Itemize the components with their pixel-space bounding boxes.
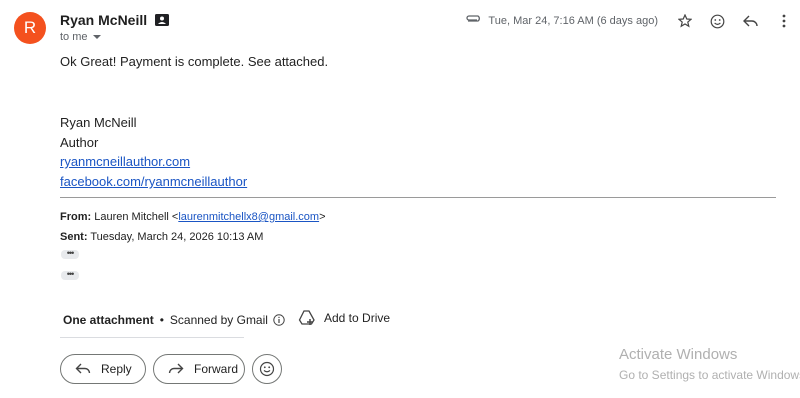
attachment-tile-edge xyxy=(60,337,152,338)
reply-label: Reply xyxy=(101,362,132,376)
forward-label: Forward xyxy=(194,362,239,376)
signature-role: Author xyxy=(60,135,99,150)
from-name: Lauren Mitchell < xyxy=(94,211,179,223)
star-icon xyxy=(677,14,692,28)
sent-value: Tuesday, March 24, 2026 10:13 AM xyxy=(90,231,264,243)
attachment-count: One attachment xyxy=(63,313,154,327)
show-trimmed-content-button[interactable]: ••• xyxy=(61,249,79,259)
emoji-icon xyxy=(259,361,275,377)
reply-icon xyxy=(743,15,758,27)
recipient-label: to me xyxy=(60,31,88,43)
forward-icon xyxy=(168,363,184,374)
avatar-letter: R xyxy=(23,18,37,37)
from-label: From: xyxy=(60,211,92,223)
reply-button[interactable]: Reply xyxy=(60,354,146,384)
info-icon[interactable] xyxy=(273,314,285,326)
attachment-clip-icon xyxy=(466,15,481,22)
add-to-drive-button[interactable]: Add to Drive xyxy=(298,309,390,327)
sender-avatar[interactable]: R xyxy=(14,12,46,44)
separator-dot: • xyxy=(159,313,164,327)
from-close: > xyxy=(319,211,326,223)
add-to-drive-icon xyxy=(298,310,315,325)
reply-icon xyxy=(75,363,91,374)
reply-icon-button[interactable] xyxy=(734,10,767,32)
add-to-drive-label: Add to Drive xyxy=(324,311,391,325)
emoji-reaction-button[interactable] xyxy=(252,354,282,384)
star-button[interactable] xyxy=(668,10,701,32)
message-meta: Tue, Mar 24, 7:16 AM (6 days ago) xyxy=(466,10,800,32)
contact-card-icon[interactable] xyxy=(155,14,170,26)
recipient-details-toggle[interactable]: to me xyxy=(60,31,101,43)
message-date[interactable]: Tue, Mar 24, 7:16 AM (6 days ago) xyxy=(488,15,658,27)
sent-label: Sent: xyxy=(60,231,88,243)
more-options-button[interactable] xyxy=(767,10,800,32)
activate-windows-title: Activate Windows xyxy=(619,346,738,363)
activate-windows-subtitle: Go to Settings to activate Windows. xyxy=(619,368,800,382)
from-email-link[interactable]: laurenmitchellx8@gmail.com xyxy=(178,211,319,223)
signature-website-link[interactable]: ryanmcneillauthor.com xyxy=(60,154,190,169)
quote-divider xyxy=(60,197,776,198)
show-trimmed-content-button-2[interactable]: ••• xyxy=(61,270,79,280)
emoji-icon xyxy=(710,14,725,28)
signature-facebook-link[interactable]: facebook.com/ryanmcneillauthor xyxy=(60,174,247,189)
more-vert-icon xyxy=(782,14,785,28)
quoted-from-line: From: Lauren Mitchell <laurenmitchellx8@… xyxy=(60,211,326,223)
attachments-header: One attachment • Scanned by Gmail xyxy=(63,311,285,329)
message-body: Ok Great! Payment is complete. See attac… xyxy=(60,54,329,69)
scan-status: Scanned by Gmail xyxy=(169,313,268,327)
quoted-sent-line: Sent: Tuesday, March 24, 2026 10:13 AM xyxy=(60,231,263,243)
chevron-down-icon xyxy=(92,35,101,39)
sender-name-row: Ryan McNeill xyxy=(60,12,170,28)
sender-name[interactable]: Ryan McNeill xyxy=(60,12,147,28)
signature-name: Ryan McNeill xyxy=(60,115,137,130)
forward-button[interactable]: Forward xyxy=(153,354,245,384)
add-reaction-button[interactable] xyxy=(701,10,734,32)
attachment-tile-edge-2 xyxy=(152,337,244,338)
